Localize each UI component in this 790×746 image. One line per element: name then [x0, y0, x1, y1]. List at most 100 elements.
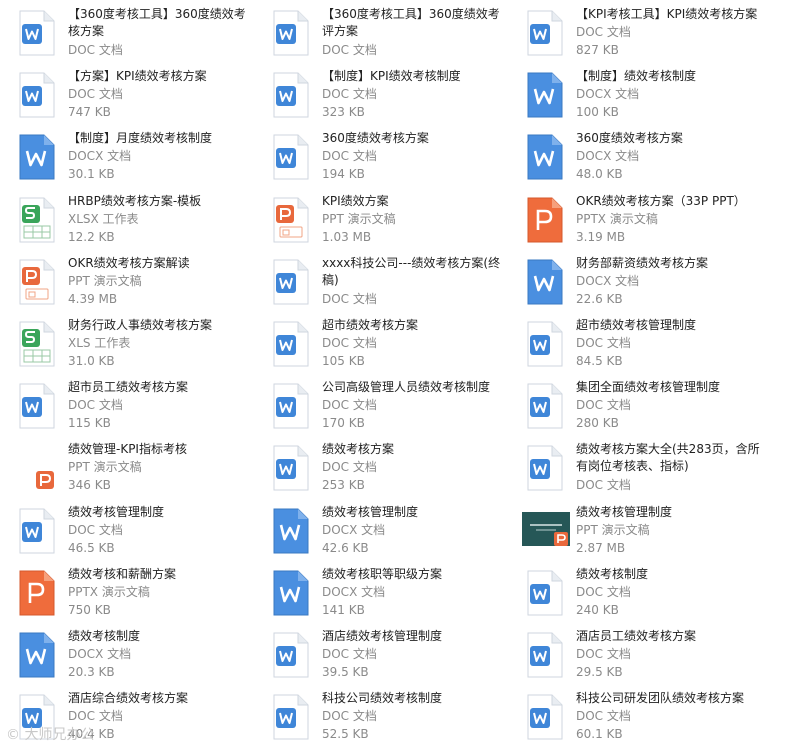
file-item[interactable]: 财务行政人事绩效考核方案 XLS 工作表 31.0 KB — [0, 311, 250, 371]
file-item[interactable]: 360度绩效考核方案 DOC 文档 194 KB — [254, 124, 504, 184]
file-item[interactable]: 【KPI考核工具】KPI绩效考核方案 DOC 文档 827 KB — [508, 0, 758, 60]
file-type: DOC 文档 — [576, 336, 631, 350]
file-type: XLSX 工作表 — [68, 212, 139, 226]
word-doc-icon — [18, 508, 56, 554]
file-type: DOC 文档 — [68, 523, 123, 537]
file-item[interactable]: 财务部薪资绩效考核方案 DOCX 文档 22.6 KB — [508, 249, 758, 309]
file-name: 绩效考核职等职级方案 — [322, 567, 443, 581]
file-type: PPT 演示文稿 — [576, 523, 650, 537]
word-doc-icon — [272, 632, 310, 678]
file-type: DOC 文档 — [322, 336, 377, 350]
file-item[interactable]: OKR绩效考核方案解读 PPT 演示文稿 4.39 MB — [0, 249, 250, 309]
file-type: DOCX 文档 — [322, 585, 386, 599]
file-type: DOC 文档 — [576, 585, 631, 599]
file-type: DOC 文档 — [576, 709, 631, 723]
file-name: 【制度】KPI绩效考核制度 — [322, 69, 461, 83]
file-type: DOCX 文档 — [322, 523, 386, 537]
file-size: 39.5 KB — [322, 665, 369, 679]
file-item[interactable]: 【360度考核工具】360度绩效考核方案 DOC 文档 — [0, 0, 250, 60]
file-type: DOCX 文档 — [68, 647, 132, 661]
file-item[interactable]: 超市员工绩效考核方案 DOC 文档 115 KB — [0, 373, 250, 433]
file-type: PPTX 演示文稿 — [68, 585, 150, 599]
file-item[interactable]: 【方案】KPI绩效考核方案 DOC 文档 747 KB — [0, 62, 250, 122]
file-item[interactable]: OKR绩效考核方案（33P PPT） PPTX 演示文稿 3.19 MB — [508, 187, 758, 247]
file-item[interactable]: 绩效考核职等职级方案 DOCX 文档 141 KB — [254, 560, 504, 620]
file-name: 【方案】KPI绩效考核方案 — [68, 69, 207, 83]
file-grid: 【360度考核工具】360度绩效考核方案 DOC 文档 【360度考核工具】360度… — [0, 0, 790, 746]
file-name: 绩效考核制度 — [576, 567, 649, 581]
file-size: 84.5 KB — [576, 354, 623, 368]
file-size: 105 KB — [322, 354, 365, 368]
ppt-doc-icon — [18, 259, 56, 305]
file-item[interactable]: 科技公司研发团队绩效考核方案 DOC 文档 60.1 KB — [508, 684, 758, 744]
file-name: 【360度考核工具】360度绩效考核方案 — [68, 7, 246, 38]
word-docx-icon — [526, 259, 564, 305]
word-doc-icon — [526, 383, 564, 429]
file-name: 科技公司研发团队绩效考核方案 — [576, 691, 745, 705]
file-size: 12.2 KB — [68, 230, 115, 244]
file-item[interactable]: 360度绩效考核方案 DOCX 文档 48.0 KB — [508, 124, 758, 184]
file-item[interactable]: 【制度】绩效考核制度 DOCX 文档 100 KB — [508, 62, 758, 122]
file-name: 超市绩效考核方案 — [322, 318, 419, 332]
word-docx-icon — [526, 134, 564, 180]
file-size: 115 KB — [68, 416, 111, 430]
file-size: 170 KB — [322, 416, 365, 430]
file-item[interactable]: 科技公司绩效考核制度 DOC 文档 52.5 KB — [254, 684, 504, 744]
file-name: 财务行政人事绩效考核方案 — [68, 318, 213, 332]
file-name: 绩效考核方案 — [322, 442, 395, 456]
file-item[interactable]: 【360度考核工具】360度绩效考评方案 DOC 文档 — [254, 0, 504, 60]
file-item[interactable]: 绩效考核和薪酬方案 PPTX 演示文稿 750 KB — [0, 560, 250, 620]
file-name: OKR绩效考核方案（33P PPT） — [576, 194, 746, 208]
file-type: DOC 文档 — [322, 292, 377, 306]
file-item[interactable]: 超市绩效考核管理制度 DOC 文档 84.5 KB — [508, 311, 758, 371]
file-item[interactable]: xxxx科技公司---绩效考核方案(终稿) DOC 文档 — [254, 249, 504, 309]
word-doc-icon — [272, 10, 310, 56]
file-item[interactable]: 绩效考核制度 DOCX 文档 20.3 KB — [0, 622, 250, 682]
file-size: 48.0 KB — [576, 167, 623, 181]
file-item[interactable]: 超市绩效考核方案 DOC 文档 105 KB — [254, 311, 504, 371]
file-name: 超市绩效考核管理制度 — [576, 318, 697, 332]
file-size: 253 KB — [322, 478, 365, 492]
file-name: 360度绩效考核方案 — [322, 131, 429, 145]
file-type: DOC 文档 — [322, 460, 377, 474]
file-name: 科技公司绩效考核制度 — [322, 691, 443, 705]
file-item[interactable]: 绩效考核管理制度 DOC 文档 46.5 KB — [0, 498, 250, 558]
word-doc-icon — [18, 10, 56, 56]
file-type: DOC 文档 — [576, 647, 631, 661]
file-name: 绩效考核和薪酬方案 — [68, 567, 177, 581]
file-item[interactable]: 绩效管理-KPI指标考核 PPT 演示文稿 346 KB — [0, 435, 250, 495]
word-docx-icon — [18, 134, 56, 180]
file-name: 【360度考核工具】360度绩效考评方案 — [322, 7, 500, 38]
file-item[interactable]: 绩效考核方案 DOC 文档 253 KB — [254, 435, 504, 495]
file-item[interactable]: 公司高级管理人员绩效考核制度 DOC 文档 170 KB — [254, 373, 504, 433]
file-item[interactable]: 绩效考核管理制度 DOCX 文档 42.6 KB — [254, 498, 504, 558]
word-doc-icon — [272, 72, 310, 118]
word-doc-icon — [272, 445, 310, 491]
file-item[interactable]: 绩效考核管理制度 PPT 演示文稿 2.87 MB — [508, 498, 758, 558]
file-item[interactable]: 绩效考核制度 DOC 文档 240 KB — [508, 560, 758, 620]
file-name: 【制度】月度绩效考核制度 — [68, 131, 213, 145]
ppt-thumbnail-icon — [522, 512, 570, 546]
file-size: 46.5 KB — [68, 541, 115, 555]
file-item[interactable]: 【制度】月度绩效考核制度 DOCX 文档 30.1 KB — [0, 124, 250, 184]
file-item[interactable]: 酒店绩效考核管理制度 DOC 文档 39.5 KB — [254, 622, 504, 682]
word-doc-icon — [272, 259, 310, 305]
file-size: 827 KB — [576, 43, 619, 57]
file-size: 30.1 KB — [68, 167, 115, 181]
file-item[interactable]: 酒店员工绩效考核方案 DOC 文档 29.5 KB — [508, 622, 758, 682]
word-docx-icon — [526, 72, 564, 118]
file-item[interactable]: 【制度】KPI绩效考核制度 DOC 文档 323 KB — [254, 62, 504, 122]
file-name: 【KPI考核工具】KPI绩效考核方案 — [576, 7, 758, 21]
file-size: 346 KB — [68, 478, 111, 492]
file-item[interactable]: 绩效考核方案大全(共283页，含所有岗位考核表、指标) DOC 文档 — [508, 435, 760, 495]
file-name: 绩效考核管理制度 — [576, 505, 673, 519]
file-type: DOC 文档 — [322, 398, 377, 412]
file-name: 公司高级管理人员绩效考核制度 — [322, 380, 491, 394]
word-doc-icon — [526, 694, 564, 740]
file-size: 141 KB — [322, 603, 365, 617]
file-item[interactable]: HRBP绩效考核方案-模板 XLSX 工作表 12.2 KB — [0, 187, 250, 247]
file-size: 60.1 KB — [576, 727, 623, 741]
file-type: PPTX 演示文稿 — [576, 212, 658, 226]
file-item[interactable]: KPI绩效方案 PPT 演示文稿 1.03 MB — [254, 187, 504, 247]
file-item[interactable]: 集团全面绩效考核管理制度 DOC 文档 280 KB — [508, 373, 758, 433]
